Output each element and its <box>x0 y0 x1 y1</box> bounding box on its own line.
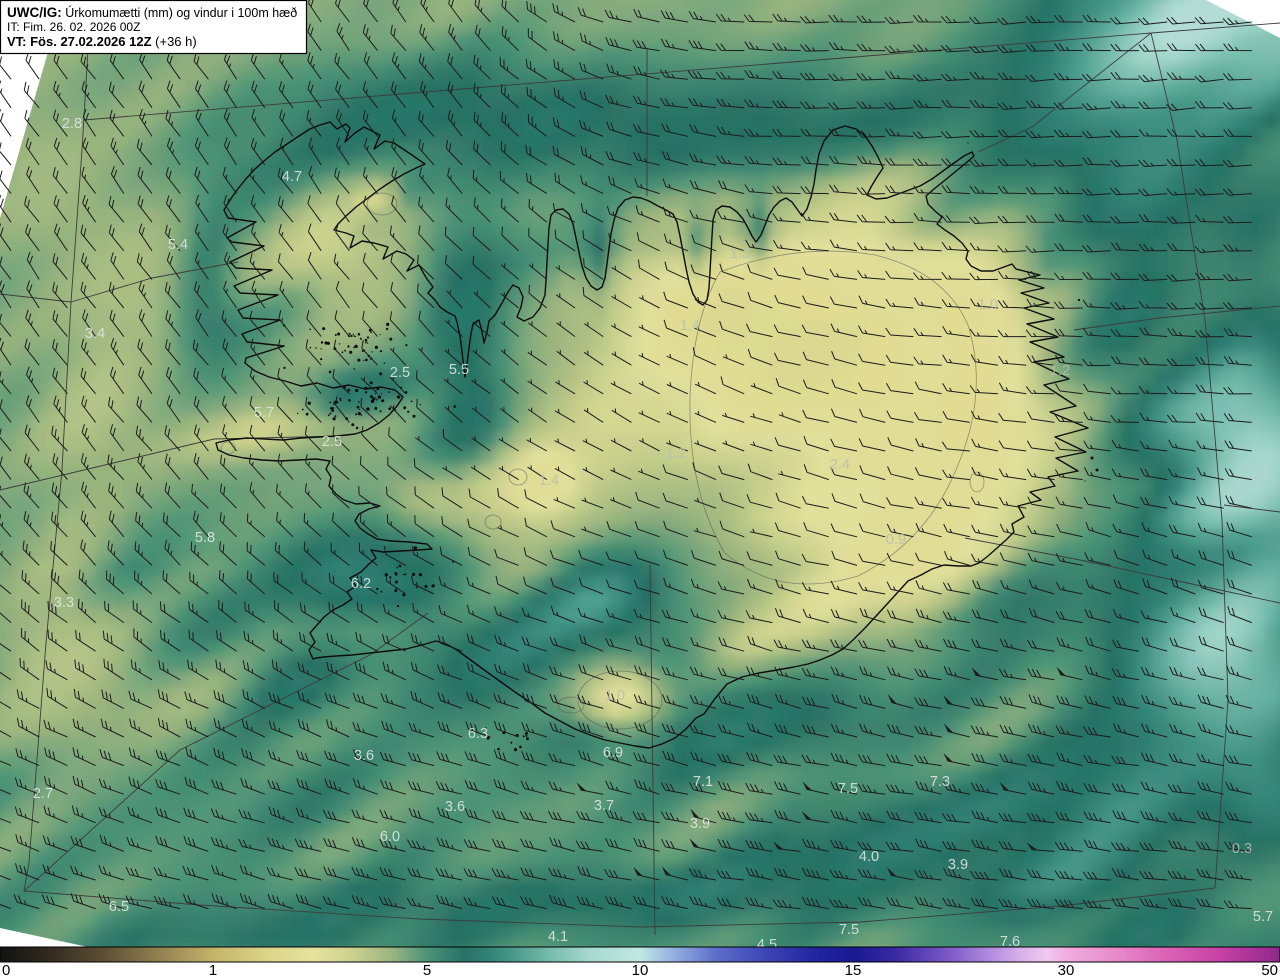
svg-text:5.5: 5.5 <box>449 362 469 378</box>
svg-text:6.5: 6.5 <box>109 899 129 915</box>
svg-text:1.4: 1.4 <box>680 318 700 334</box>
svg-text:1: 1 <box>209 962 217 978</box>
svg-text:5.7: 5.7 <box>1253 909 1273 925</box>
svg-text:6.0: 6.0 <box>380 829 400 845</box>
svg-text:3.6: 3.6 <box>354 748 374 764</box>
svg-text:50: 50 <box>1261 962 1278 978</box>
svg-text:3.7: 3.7 <box>594 798 614 814</box>
svg-text:5.4: 5.4 <box>168 237 188 253</box>
svg-text:10: 10 <box>632 962 649 978</box>
svg-text:0.3: 0.3 <box>1232 841 1252 857</box>
svg-text:3.9: 3.9 <box>690 816 710 832</box>
svg-text:5.8: 5.8 <box>195 530 215 546</box>
svg-text:1.3: 1.3 <box>730 246 750 262</box>
svg-text:VT: Fös. 27.02.2026 12Z (+36 h: VT: Fös. 27.02.2026 12Z (+36 h) <box>7 34 197 49</box>
svg-text:1.2: 1.2 <box>666 446 686 462</box>
svg-text:4.0: 4.0 <box>859 849 879 865</box>
svg-text:3.9: 3.9 <box>948 857 968 873</box>
svg-text:7.5: 7.5 <box>838 781 858 797</box>
svg-text:7.1: 7.1 <box>693 774 713 790</box>
svg-text:6.3: 6.3 <box>468 726 488 742</box>
svg-text:6.9: 6.9 <box>603 745 623 761</box>
svg-text:4.1: 4.1 <box>548 929 568 945</box>
svg-text:5: 5 <box>423 962 431 978</box>
svg-text:15: 15 <box>845 962 862 978</box>
svg-text:2.5: 2.5 <box>322 434 342 450</box>
svg-text:4.7: 4.7 <box>282 169 302 185</box>
svg-text:6.2: 6.2 <box>351 576 371 592</box>
svg-text:IT: Fim. 26. 02. 2026 00Z: IT: Fim. 26. 02. 2026 00Z <box>7 20 140 34</box>
svg-text:1.4: 1.4 <box>539 473 559 489</box>
svg-text:0: 0 <box>2 962 10 978</box>
svg-text:2.7: 2.7 <box>33 786 53 802</box>
svg-text:1.0: 1.0 <box>978 297 998 313</box>
svg-text:3.4: 3.4 <box>85 326 105 342</box>
svg-text:3.6: 3.6 <box>445 799 465 815</box>
svg-text:2.4: 2.4 <box>830 457 850 473</box>
svg-text:1.0: 1.0 <box>605 688 625 704</box>
svg-text:7.3: 7.3 <box>930 774 950 790</box>
svg-text:UWC/IG: Úrkomumætti (mm) og vi: UWC/IG: Úrkomumætti (mm) og vindur i 100… <box>7 5 297 20</box>
svg-text:0.9: 0.9 <box>886 532 906 548</box>
svg-text:3.3: 3.3 <box>54 595 74 611</box>
svg-text:30: 30 <box>1058 962 1075 978</box>
svg-text:1.2: 1.2 <box>1050 363 1070 379</box>
svg-text:5.7: 5.7 <box>254 405 274 421</box>
svg-text:2.8: 2.8 <box>62 116 82 132</box>
svg-text:2.5: 2.5 <box>390 365 410 381</box>
svg-text:7.5: 7.5 <box>839 922 859 938</box>
